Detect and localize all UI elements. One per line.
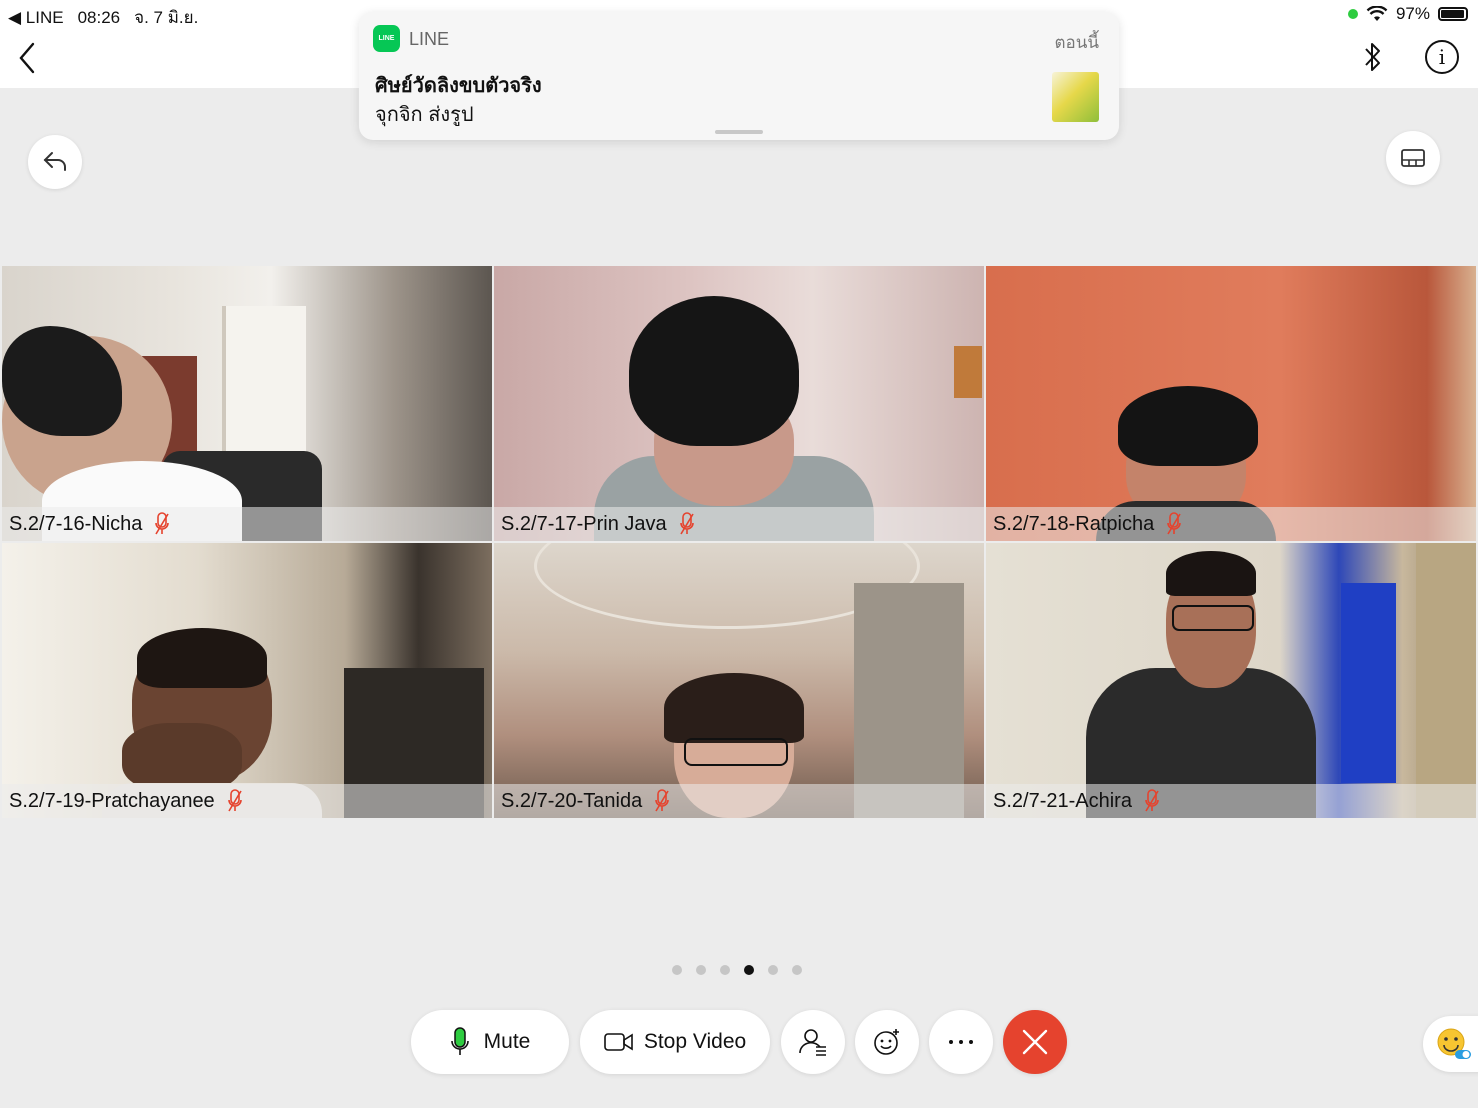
bluetooth-icon[interactable] <box>1360 40 1386 74</box>
video-feed <box>986 543 1476 818</box>
participant-name-bar: S.2/7-18-Ratpicha <box>986 507 1476 541</box>
participant-name: S.2/7-19-Pratchayanee <box>9 789 215 812</box>
participant-name-bar: S.2/7-17-Prin Java <box>494 507 984 541</box>
participant-name: S.2/7-18-Ratpicha <box>993 512 1155 535</box>
video-feed <box>986 266 1476 541</box>
video-tile[interactable]: S.2/7-19-Pratchayanee <box>2 543 492 818</box>
emoji-toggle-button[interactable] <box>1423 1016 1478 1072</box>
notification-title: ศิษย์วัดลิงขบตัวจริง <box>375 75 542 97</box>
notification-drag-handle[interactable] <box>715 130 763 134</box>
back-chevron-icon[interactable] <box>14 40 44 76</box>
video-feed <box>2 266 492 541</box>
video-tile[interactable]: S.2/7-20-Tanida <box>494 543 984 818</box>
notification-app-name: LINE <box>409 29 450 49</box>
status-time: 08:26 <box>77 7 121 27</box>
minimize-call-button[interactable] <box>28 135 82 189</box>
info-icon[interactable]: i <box>1425 40 1459 74</box>
mic-muted-icon <box>1145 789 1159 812</box>
participants-button[interactable] <box>781 1010 845 1074</box>
back-to-app-link[interactable]: ◀ LINE <box>8 8 64 28</box>
battery-percent: 97% <box>1395 4 1430 23</box>
status-date: จ. 7 มิ.ย. <box>134 8 199 27</box>
mic-muted-icon <box>679 512 694 535</box>
notification-image-thumbnail <box>1052 72 1099 122</box>
video-tile[interactable]: S.2/7-16-Nicha <box>2 266 492 541</box>
participant-name: S.2/7-21-Achira <box>993 789 1132 812</box>
participant-name: S.2/7-16-Nicha <box>9 512 143 535</box>
end-call-button[interactable] <box>1003 1010 1067 1074</box>
more-options-button[interactable] <box>929 1010 993 1074</box>
microphone-icon <box>450 1027 469 1055</box>
gallery-layout-icon <box>1401 149 1425 167</box>
mic-muted-icon <box>155 512 170 535</box>
battery-icon <box>1438 7 1468 21</box>
mic-muted-icon <box>655 789 670 812</box>
close-icon <box>1022 1029 1048 1055</box>
page-dot-active[interactable] <box>744 965 754 975</box>
notification-body: จุกจิก ส่งรูป <box>375 104 474 126</box>
mute-button[interactable]: Mute <box>411 1010 569 1074</box>
participant-name: S.2/7-17-Prin Java <box>501 512 667 535</box>
mic-muted-icon <box>1167 512 1182 535</box>
stop-video-button[interactable]: Stop Video <box>580 1010 770 1074</box>
emoji-face-icon <box>1437 1028 1471 1059</box>
participant-name-bar: S.2/7-16-Nicha <box>2 507 492 541</box>
mute-label: Mute <box>483 1030 531 1053</box>
page-dot[interactable] <box>696 965 706 975</box>
page-dot[interactable] <box>720 965 730 975</box>
return-arrow-icon <box>43 152 66 171</box>
page-dot[interactable] <box>768 965 778 975</box>
line-app-icon: LINE <box>373 25 400 52</box>
video-tile[interactable]: S.2/7-18-Ratpicha <box>986 266 1476 541</box>
camera-in-use-indicator-icon <box>1347 9 1358 19</box>
wifi-icon <box>1366 6 1388 21</box>
participant-name: S.2/7-20-Tanida <box>501 789 643 812</box>
video-tile[interactable]: S.2/7-21-Achira <box>986 543 1476 818</box>
notification-banner[interactable]: LINE LINE ตอนนี้ ศิษย์วัดลิงขบตัวจริง จุ… <box>359 12 1119 140</box>
page-indicator[interactable] <box>672 965 802 975</box>
video-feed <box>494 543 984 818</box>
participant-name-bar: S.2/7-20-Tanida <box>494 784 984 818</box>
reactions-button[interactable] <box>855 1010 919 1074</box>
page-dot[interactable] <box>672 965 682 975</box>
stop-video-label: Stop Video <box>643 1030 747 1053</box>
participants-list-icon <box>799 1029 826 1056</box>
participant-name-bar: S.2/7-21-Achira <box>986 784 1476 818</box>
notification-time: ตอนนี้ <box>1054 33 1100 52</box>
smiley-add-icon <box>874 1029 899 1055</box>
participant-name-bar: S.2/7-19-Pratchayanee <box>2 784 492 818</box>
video-feed <box>2 543 492 818</box>
video-feed <box>494 266 984 541</box>
more-dots-icon <box>949 1040 973 1044</box>
video-tile[interactable]: S.2/7-17-Prin Java <box>494 266 984 541</box>
video-camera-icon <box>604 1033 633 1051</box>
layout-toggle-button[interactable] <box>1386 131 1440 185</box>
mic-muted-icon <box>227 789 242 812</box>
page-dot[interactable] <box>792 965 802 975</box>
